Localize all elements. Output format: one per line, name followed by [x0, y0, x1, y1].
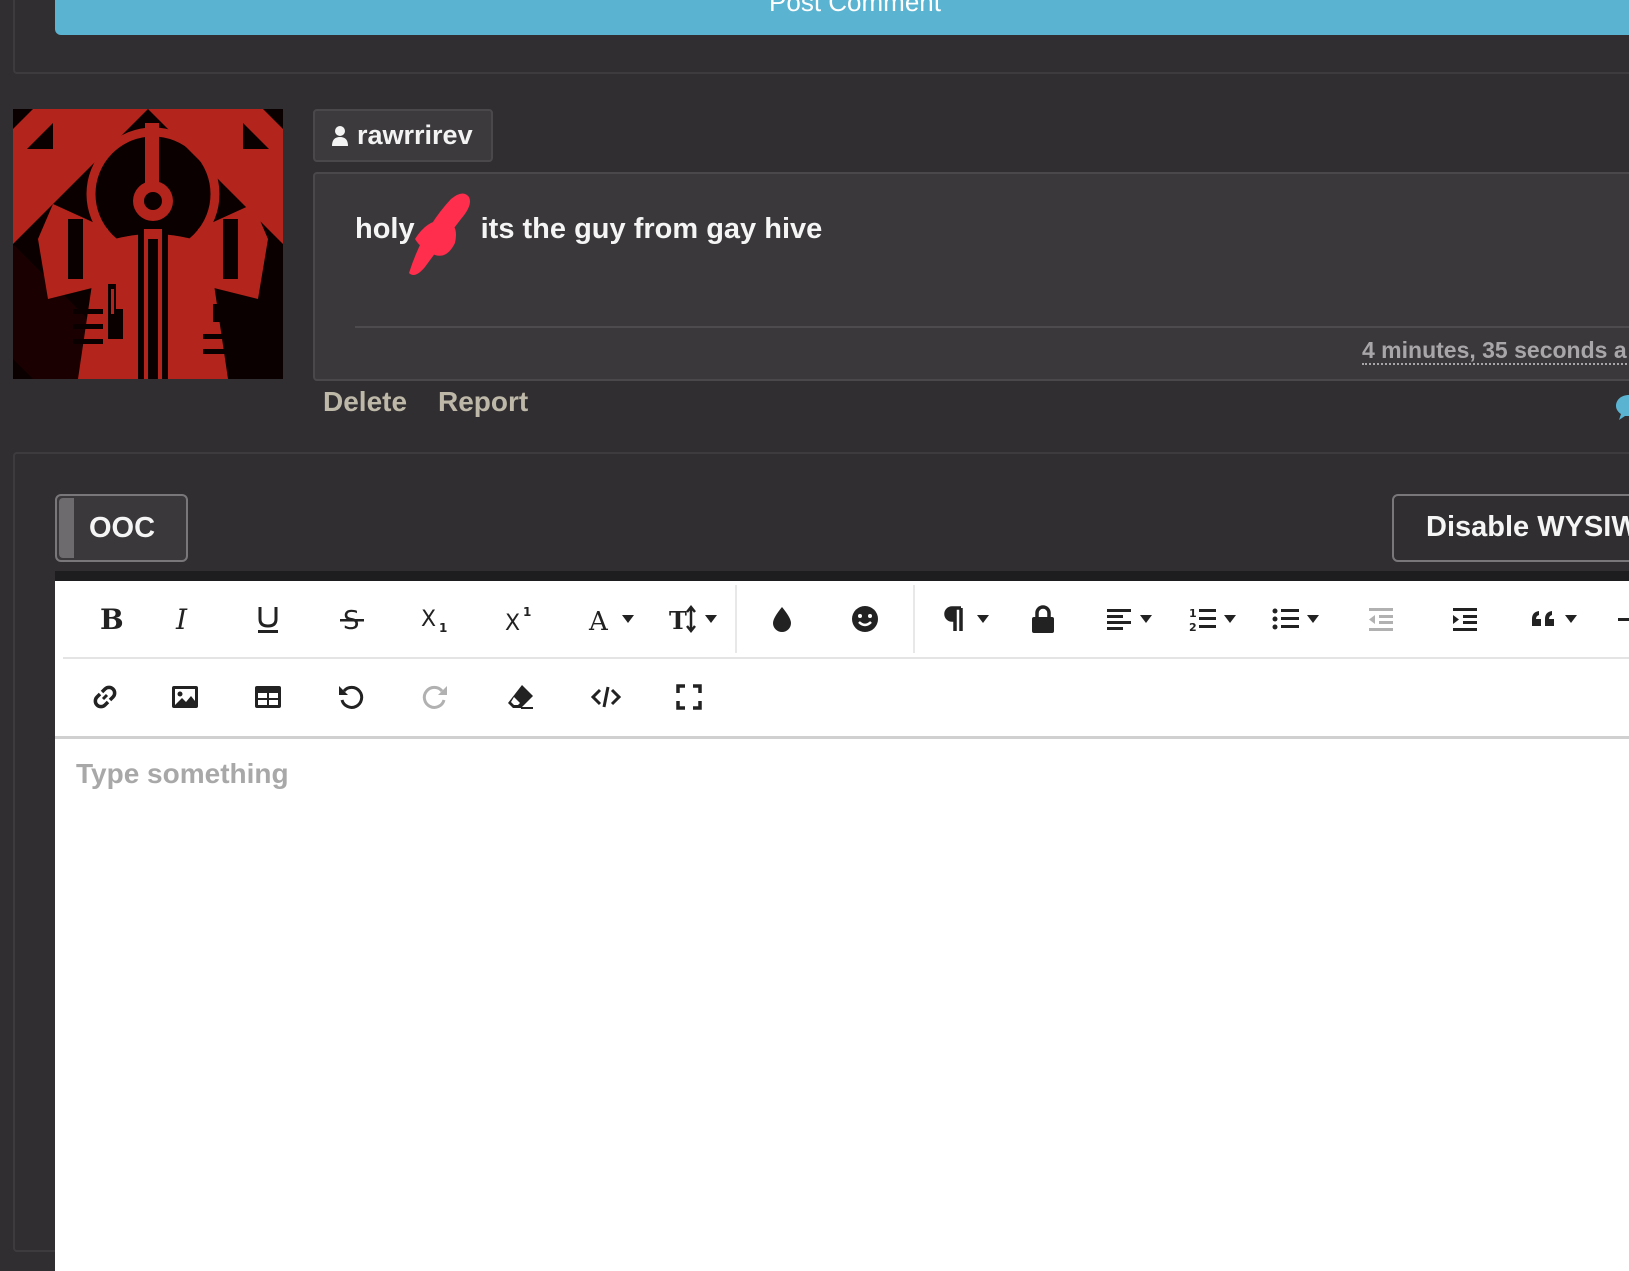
redo-button[interactable]: [410, 672, 460, 722]
align-left-icon: [1107, 609, 1131, 630]
chevron-down-icon: [977, 615, 989, 623]
fullscreen-button[interactable]: [664, 672, 714, 722]
paragraph-format-icon: [944, 606, 963, 631]
post-comment-button[interactable]: Post Comment: [55, 0, 1629, 35]
comment-timestamp[interactable]: 4 minutes, 35 seconds a: [1362, 337, 1627, 365]
username: rawrrirev: [357, 120, 473, 150]
font-size-button[interactable]: T: [660, 594, 725, 644]
redo-icon: [422, 685, 447, 709]
unordered-list-icon: [1272, 608, 1299, 630]
chevron-down-icon: [1564, 615, 1577, 623]
disable-wysiwyg-button[interactable]: Disable WYSIWYG: [1392, 494, 1629, 562]
align-button[interactable]: [1098, 594, 1158, 644]
text-color-icon: [773, 607, 791, 632]
link-button[interactable]: [80, 672, 130, 722]
code-view-icon: [590, 686, 621, 708]
svg-text:X: X: [505, 611, 520, 634]
chevron-down-icon: [1307, 615, 1319, 623]
bold-button[interactable]: B: [85, 594, 135, 644]
comment-text-end: its the guy from gay hive: [480, 213, 823, 245]
user-icon: [332, 125, 348, 146]
ooc-label: OOC: [89, 512, 156, 544]
quote-icon: [1531, 611, 1554, 626]
font-family-icon: A: [588, 607, 609, 634]
more-icon: [1618, 618, 1629, 621]
emoji-button[interactable]: [840, 594, 890, 644]
strikethrough-button[interactable]: S: [327, 594, 377, 644]
chevron-down-icon: [1140, 615, 1152, 623]
indent-icon: [1453, 608, 1477, 631]
svg-text:I: I: [175, 604, 188, 634]
chevron-down-icon: [1224, 615, 1236, 623]
lock-icon: [1032, 605, 1054, 633]
strikethrough-icon: S: [340, 606, 364, 634]
table-icon: [255, 686, 281, 708]
ooc-toggle-button[interactable]: OOC: [55, 494, 188, 562]
toolbar-separator: [735, 585, 737, 653]
italic-button[interactable]: I: [160, 594, 210, 644]
comment-divider: [355, 326, 1629, 328]
clear-format-button[interactable]: [495, 672, 545, 722]
svg-text:A: A: [588, 607, 609, 634]
username-chip[interactable]: rawrrirev: [313, 109, 493, 162]
svg-text:X: X: [421, 607, 436, 632]
link-icon: [93, 685, 117, 709]
subscript-button[interactable]: X1: [410, 594, 460, 644]
emoji-icon: [852, 606, 878, 632]
svg-text:1: 1: [1189, 607, 1197, 620]
undo-button[interactable]: [326, 672, 376, 722]
report-link[interactable]: Report: [438, 386, 528, 418]
svg-text:1: 1: [523, 605, 531, 619]
svg-text:B: B: [100, 604, 124, 634]
subscript-icon: X1: [421, 607, 447, 634]
delete-link[interactable]: Delete: [323, 386, 407, 418]
undo-icon: [339, 685, 364, 709]
image-icon: [172, 686, 198, 708]
bold-icon: B: [100, 604, 124, 634]
editor-placeholder[interactable]: Type something: [76, 758, 289, 790]
lock-button[interactable]: [1018, 594, 1068, 644]
underline-icon: [258, 607, 278, 633]
svg-text:T: T: [669, 606, 687, 634]
superscript-icon: X1: [505, 605, 531, 634]
more-button[interactable]: [1612, 594, 1629, 644]
unordered-list-button[interactable]: [1265, 594, 1325, 644]
fullscreen-icon: [676, 684, 702, 710]
font-family-button[interactable]: A: [580, 594, 640, 644]
quote-button[interactable]: [1520, 594, 1585, 644]
reply-bubble-icon[interactable]: [1615, 392, 1629, 420]
underline-button[interactable]: [243, 594, 293, 644]
image-button[interactable]: [160, 672, 210, 722]
italic-icon: I: [175, 604, 188, 634]
svg-text:1: 1: [439, 621, 447, 634]
svg-text:2: 2: [1189, 621, 1197, 634]
censor-scribble: [409, 193, 470, 275]
font-size-icon: T: [669, 604, 696, 634]
avatar-image: [13, 109, 283, 379]
indent-button[interactable]: [1440, 594, 1490, 644]
chevron-down-icon: [704, 615, 717, 623]
outdent-icon: [1369, 608, 1393, 631]
superscript-button[interactable]: X1: [494, 594, 544, 644]
ordered-list-icon: 12: [1189, 607, 1216, 634]
toolbar-separator: [913, 585, 915, 653]
ordered-list-button[interactable]: 12: [1182, 594, 1242, 644]
avatar[interactable]: [13, 109, 283, 379]
code-view-button[interactable]: [578, 672, 633, 722]
chevron-down-icon: [622, 615, 634, 623]
outdent-button[interactable]: [1356, 594, 1406, 644]
text-color-button[interactable]: [757, 594, 807, 644]
paragraph-format-button[interactable]: [935, 594, 995, 644]
table-button[interactable]: [243, 672, 293, 722]
eraser-icon: [508, 685, 533, 709]
ooc-toggle-handle: [59, 498, 74, 558]
